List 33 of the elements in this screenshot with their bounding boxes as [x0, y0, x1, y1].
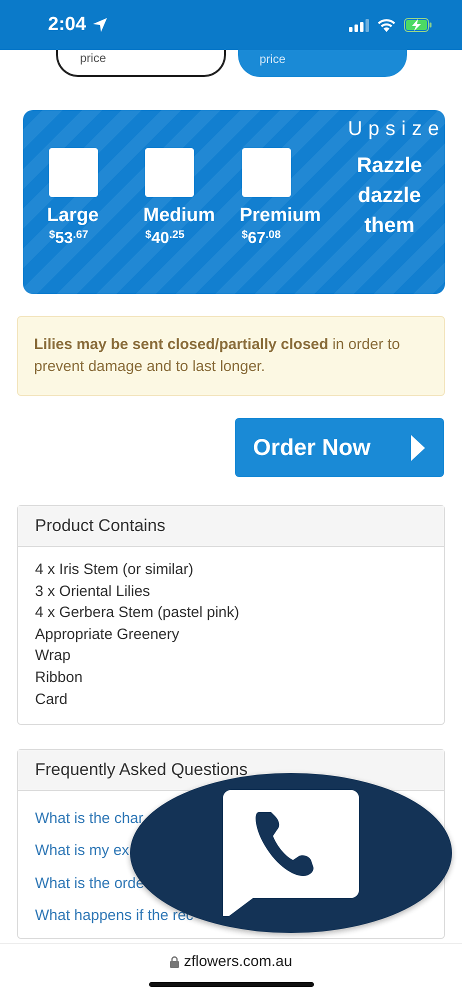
size-name: Premium — [240, 205, 321, 227]
product-item: 3 x Oriental Lilies — [35, 582, 152, 602]
wifi-icon — [377, 18, 396, 32]
url-text[interactable]: zflowers.com.au — [184, 953, 292, 970]
order-now-button[interactable]: Order Now — [235, 418, 444, 477]
signal-icon — [349, 18, 369, 32]
size-price: $^{$}$40$^{.25}$ — [145, 229, 184, 248]
size-price: $^{$}$53$^{.67}$ — [49, 229, 88, 248]
location-arrow-icon — [92, 17, 108, 33]
size-name: Large — [47, 205, 99, 227]
status-time: 2:04 — [48, 14, 86, 36]
panel-heading: Product Contains — [18, 506, 444, 547]
upsize-tagline: Razzle dazzle them — [356, 153, 424, 239]
faq-link[interactable]: What is the char — [35, 810, 144, 827]
product-item: 4 x Gerbera Stem (pastel pink) — [35, 603, 240, 624]
faq-link[interactable]: What is my ex — [35, 842, 130, 860]
chevron-right-icon — [410, 434, 426, 460]
size-checkbox[interactable] — [49, 148, 98, 197]
size-name: Medium — [143, 205, 216, 227]
price-button[interactable]: price — [238, 50, 407, 77]
product-item: Wrap — [35, 646, 72, 666]
size-price: $^{$}$67$^{.08}$ — [242, 229, 281, 248]
phone-chat-icon — [223, 790, 359, 916]
size-checkbox[interactable] — [145, 148, 194, 197]
price-button[interactable]: price — [56, 50, 226, 77]
product-item: Appropriate Greenery — [35, 624, 180, 645]
lilies-notice: Lilies may be sent closed/partially closed in order to prevent damage and to last longer. — [17, 316, 445, 396]
lock-icon — [170, 956, 179, 968]
size-checkbox[interactable] — [242, 148, 291, 197]
product-item: 4 x Iris Stem (or similar) — [35, 560, 194, 580]
product-item: Card — [35, 690, 69, 710]
product-item: Ribbon — [35, 668, 84, 688]
upsize-title: Upsize — [348, 118, 445, 141]
